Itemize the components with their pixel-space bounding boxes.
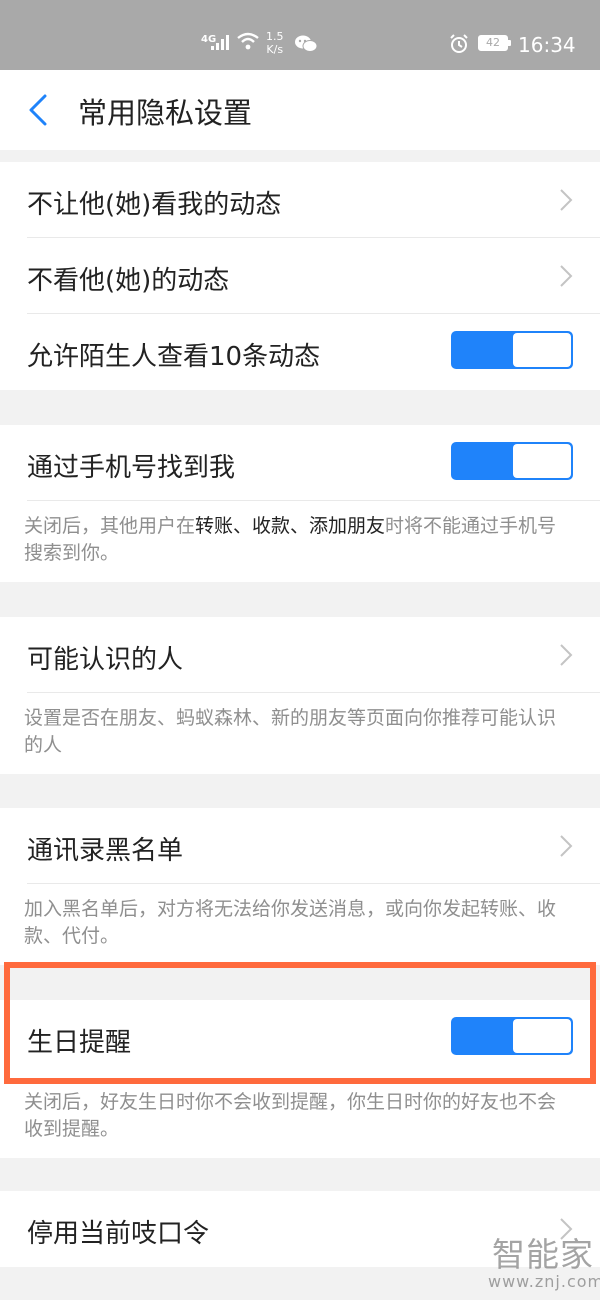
row-label: 允许陌生人查看10条动态 [27, 342, 321, 372]
row-label: 可能认识的人 [27, 645, 184, 675]
row-label: 通过手机号找到我 [27, 453, 236, 483]
row-find-by-phone: 通过手机号找到我 [0, 425, 600, 501]
chevron-right-icon [560, 835, 573, 857]
divider [27, 692, 600, 693]
row-stranger-view-10: 允许陌生人查看10条动态 [0, 314, 600, 390]
note-text: 关闭后，其他用户在转账、收款、添加朋友时将不能通过手机号搜索到你。 [24, 513, 572, 567]
toggle-knob [513, 444, 571, 478]
people-you-may-know-note: 设置是否在朋友、蚂蚁森林、新的朋友等页面向你推荐可能认识的人 [0, 692, 600, 774]
watermark: 智能家 www.znj.com [488, 1235, 600, 1297]
page-title: 常用隐私设置 [78, 96, 253, 130]
chevron-right-icon [560, 189, 573, 211]
row-contacts-blacklist[interactable]: 通讯录黑名单 [0, 808, 600, 884]
row-people-you-may-know[interactable]: 可能认识的人 [0, 617, 600, 693]
clock: 16:34 [518, 33, 576, 57]
dynamic-settings-group: 不让他(她)看我的动态 不看他(她)的动态 允许陌生人查看10条动态 [0, 162, 600, 390]
stranger-view-toggle[interactable] [451, 331, 573, 369]
watermark-url: www.znj.com [488, 1272, 600, 1291]
phone-search-note: 关闭后，其他用户在转账、收款、添加朋友时将不能通过手机号搜索到你。 [0, 500, 600, 582]
battery-icon: 42 [478, 35, 511, 51]
row-label: 不看他(她)的动态 [27, 266, 230, 296]
note-highlight: 转账、收款、添加朋友 [195, 515, 386, 537]
chevron-right-icon [560, 265, 573, 287]
header: 常用隐私设置 [0, 70, 600, 150]
row-birthday-reminder: 生日提醒 [0, 1000, 600, 1076]
wechat-icon [295, 35, 317, 52]
toggle-knob [513, 1019, 571, 1053]
phone-search-group: 通过手机号找到我 [0, 425, 600, 501]
row-label: 不让他(她)看我的动态 [27, 190, 282, 220]
divider [27, 883, 600, 884]
toggle-knob [513, 333, 571, 367]
note-text: 设置是否在朋友、蚂蚁森林、新的朋友等页面向你推荐可能认识的人 [24, 707, 557, 756]
row-label: 生日提醒 [27, 1028, 132, 1058]
back-icon[interactable] [28, 94, 48, 126]
birthday-reminder-note: 关闭后，好友生日时你不会收到提醒，你生日时你的好友也不会收到提醒。 [0, 1076, 600, 1158]
divider [27, 500, 600, 501]
chevron-right-icon [560, 644, 573, 666]
note-prefix: 关闭后，其他用户在 [24, 515, 196, 537]
speed-unit: K/s [266, 43, 284, 56]
status-bar: 4G 1.5 K/s 42 16:34 [0, 0, 600, 70]
speed-value: 1.5 [266, 30, 284, 43]
contacts-blacklist-group: 通讯录黑名单 [0, 808, 600, 884]
note-text: 关闭后，好友生日时你不会收到提醒，你生日时你的好友也不会收到提醒。 [24, 1091, 557, 1140]
signal-icon [211, 35, 229, 50]
find-by-phone-toggle[interactable] [451, 442, 573, 480]
people-you-may-know-group: 可能认识的人 [0, 617, 600, 693]
row-label: 停用当前吱口令 [27, 1219, 210, 1249]
note-text: 加入黑名单后，对方将无法给你发送消息，或向你发起转账、收款、代付。 [24, 898, 557, 947]
watermark-logo: 智能家 [492, 1235, 594, 1274]
birthday-reminder-toggle[interactable] [451, 1017, 573, 1055]
birthday-reminder-group: 生日提醒 [0, 1000, 600, 1076]
alarm-icon [450, 34, 468, 53]
network-speed: 1.5 K/s [266, 30, 284, 56]
wifi-icon [237, 32, 259, 50]
contacts-blacklist-note: 加入黑名单后，对方将无法给你发送消息，或向你发起转账、收款、代付。 [0, 883, 600, 965]
row-hide-their-moments[interactable]: 不看他(她)的动态 [0, 238, 600, 314]
row-label: 通讯录黑名单 [27, 836, 184, 866]
row-hide-my-moments[interactable]: 不让他(她)看我的动态 [0, 162, 600, 238]
